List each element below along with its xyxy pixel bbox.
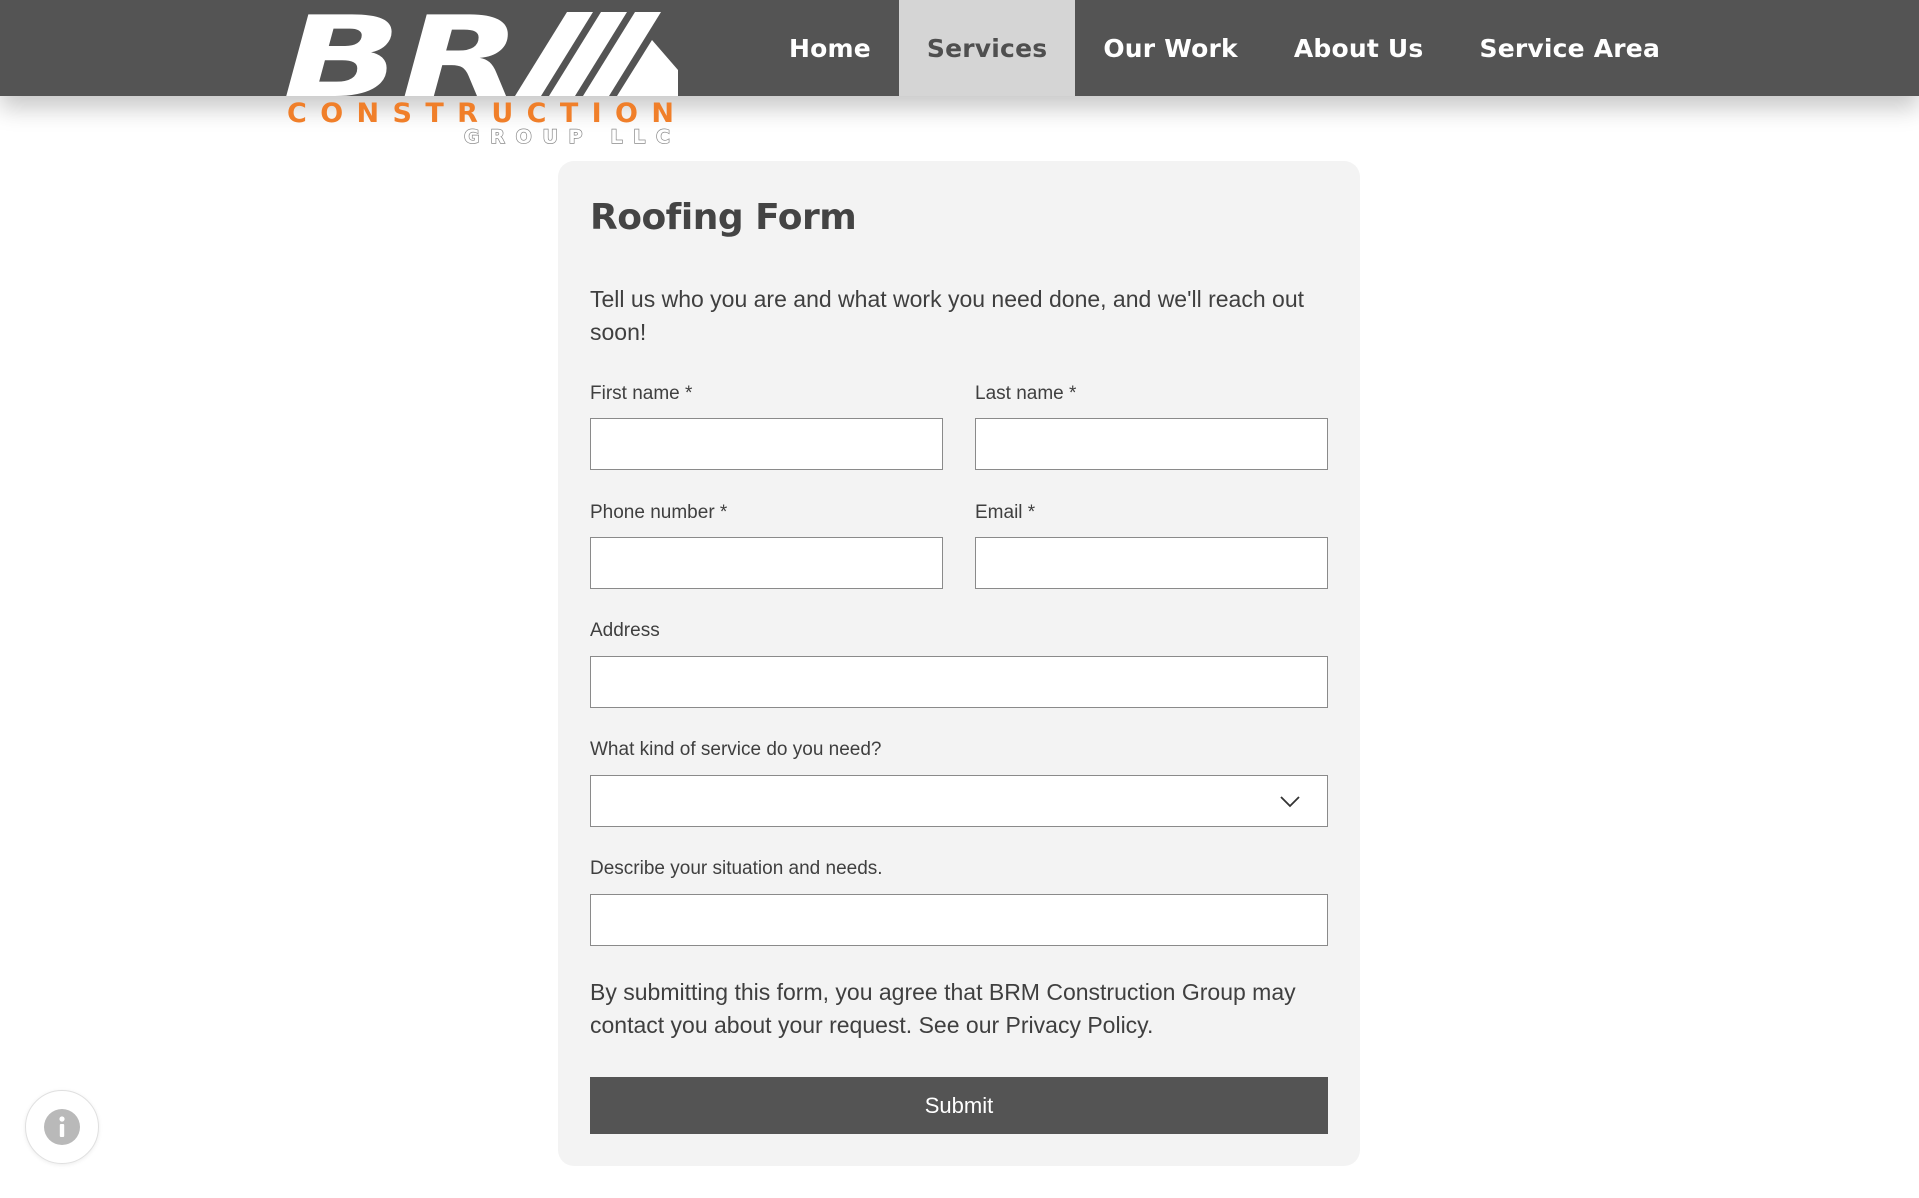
- service-type-label: What kind of service do you need?: [590, 739, 882, 760]
- first-name-label: First name *: [590, 383, 693, 404]
- logo-slash-mark: [515, 12, 678, 96]
- form-title: Roofing Form: [590, 197, 857, 238]
- info-icon: [44, 1109, 80, 1145]
- roofing-form-card: Roofing Form Tell us who you are and wha…: [558, 161, 1360, 1166]
- privacy-notice: By submitting this form, you agree that …: [590, 979, 1296, 1038]
- chevron-down-icon: [1280, 796, 1300, 808]
- nav-services[interactable]: Services: [898, 0, 1076, 96]
- nav-home[interactable]: Home: [761, 0, 899, 96]
- service-type-select[interactable]: [590, 775, 1328, 827]
- situation-label: Describe your situation and needs.: [590, 858, 883, 879]
- nav-our-work[interactable]: Our Work: [1075, 0, 1266, 96]
- address-input[interactable]: [590, 656, 1328, 708]
- nav-service-area[interactable]: Service Area: [1451, 0, 1688, 96]
- logo-group-text: GROUP LLC: [464, 126, 670, 148]
- main-nav: Home Services Our Work About Us Service …: [761, 0, 1688, 96]
- email-input[interactable]: [975, 537, 1328, 589]
- last-name-label: Last name *: [975, 383, 1077, 404]
- form-description: Tell us who you are and what work you ne…: [590, 286, 1304, 345]
- phone-number-label: Phone number *: [590, 502, 728, 523]
- phone-number-input[interactable]: [590, 537, 943, 589]
- accessibility-info-button[interactable]: [25, 1090, 99, 1164]
- address-label: Address: [590, 620, 660, 641]
- first-name-input[interactable]: [590, 418, 943, 470]
- nav-about-us[interactable]: About Us: [1266, 0, 1452, 96]
- submit-button[interactable]: Submit: [590, 1077, 1328, 1134]
- email-label: Email *: [975, 502, 1036, 523]
- last-name-input[interactable]: [975, 418, 1328, 470]
- situation-input[interactable]: [590, 894, 1328, 946]
- logo-graphic: BR CONSTRUCTION GROUP LLC: [283, 0, 678, 149]
- brm-construction-logo[interactable]: BR CONSTRUCTION GROUP LLC: [283, 0, 678, 150]
